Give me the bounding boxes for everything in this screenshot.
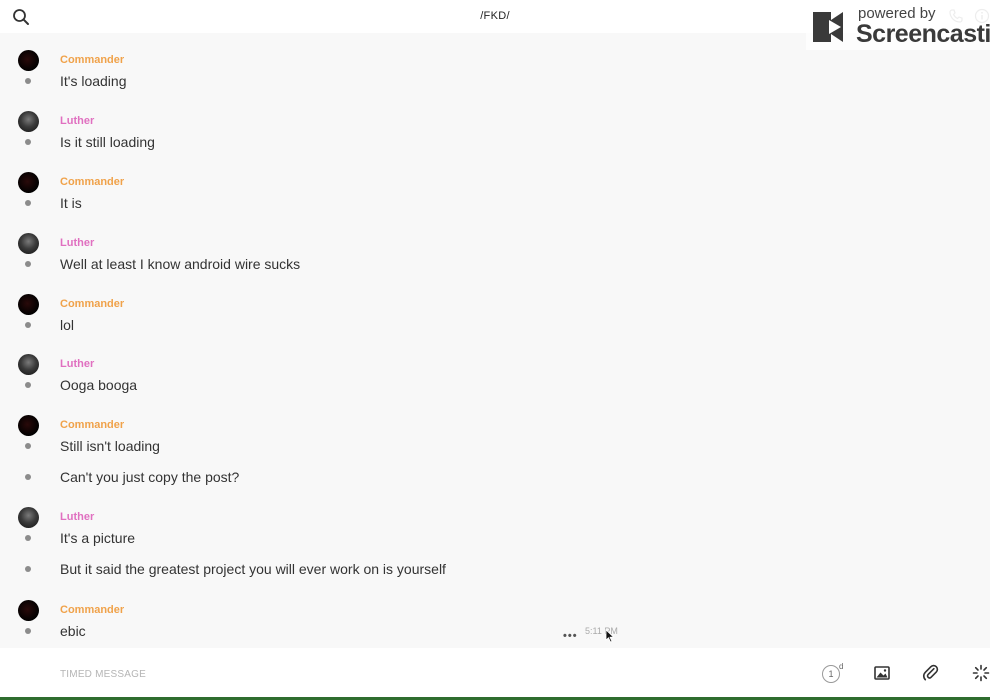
message-text[interactable]: It is <box>60 195 82 211</box>
image-icon[interactable] <box>873 664 891 682</box>
message-status-dot <box>25 139 31 145</box>
sender-name[interactable]: Commander <box>60 54 124 66</box>
message-status-dot <box>25 78 31 84</box>
message-text[interactable]: Is it still loading <box>60 134 155 150</box>
chat-app: /FKD/ powered by Screencastify Commander… <box>0 0 990 700</box>
timed-message-input[interactable] <box>60 664 760 684</box>
message-text[interactable]: lol <box>60 317 74 333</box>
message-text[interactable]: It's loading <box>60 73 127 89</box>
timer-value: 1 <box>822 665 840 683</box>
message-more-button[interactable]: ••• <box>563 630 578 642</box>
message-status-dot <box>25 535 31 541</box>
timer-button[interactable]: 1 d <box>822 662 846 685</box>
message-composer: 1 d <box>0 648 990 700</box>
message-text[interactable]: Ooga booga <box>60 377 137 393</box>
sender-name[interactable]: Luther <box>60 237 94 249</box>
message-text[interactable]: Can't you just copy the post? <box>60 469 239 485</box>
paperclip-icon[interactable] <box>922 664 940 682</box>
message-text[interactable]: Still isn't loading <box>60 438 160 454</box>
sender-name[interactable]: Luther <box>60 115 94 127</box>
message-status-dot <box>25 261 31 267</box>
message-status-dot <box>25 200 31 206</box>
message-status-dot <box>25 628 31 634</box>
message-status-dot <box>25 474 31 480</box>
message-text[interactable]: Well at least I know android wire sucks <box>60 256 300 272</box>
message-status-dot <box>25 382 31 388</box>
message-status-dot <box>25 443 31 449</box>
message-text[interactable]: It's a picture <box>60 530 135 546</box>
sparkle-icon[interactable] <box>972 664 990 682</box>
message-status-dot <box>25 322 31 328</box>
sender-name[interactable]: Commander <box>60 419 124 431</box>
timer-unit: d <box>839 662 844 671</box>
avatar[interactable] <box>18 172 39 193</box>
avatar[interactable] <box>18 50 39 71</box>
mouse-cursor-icon <box>605 629 615 643</box>
sender-name[interactable]: Commander <box>60 604 124 616</box>
avatar[interactable] <box>18 354 39 375</box>
sender-name[interactable]: Commander <box>60 176 124 188</box>
sender-name[interactable]: Luther <box>60 358 94 370</box>
sender-name[interactable]: Commander <box>60 298 124 310</box>
sender-name[interactable]: Luther <box>60 511 94 523</box>
message-status-dot <box>25 566 31 572</box>
avatar[interactable] <box>18 294 39 315</box>
avatar[interactable] <box>18 233 39 254</box>
avatar[interactable] <box>18 600 39 621</box>
avatar[interactable] <box>18 111 39 132</box>
message-list: Commander It's loading Luther Is it stil… <box>0 33 990 647</box>
message-text[interactable]: ebic <box>60 623 86 639</box>
message-text[interactable]: But it said the greatest project you wil… <box>60 561 446 577</box>
avatar[interactable] <box>18 415 39 436</box>
avatar[interactable] <box>18 507 39 528</box>
